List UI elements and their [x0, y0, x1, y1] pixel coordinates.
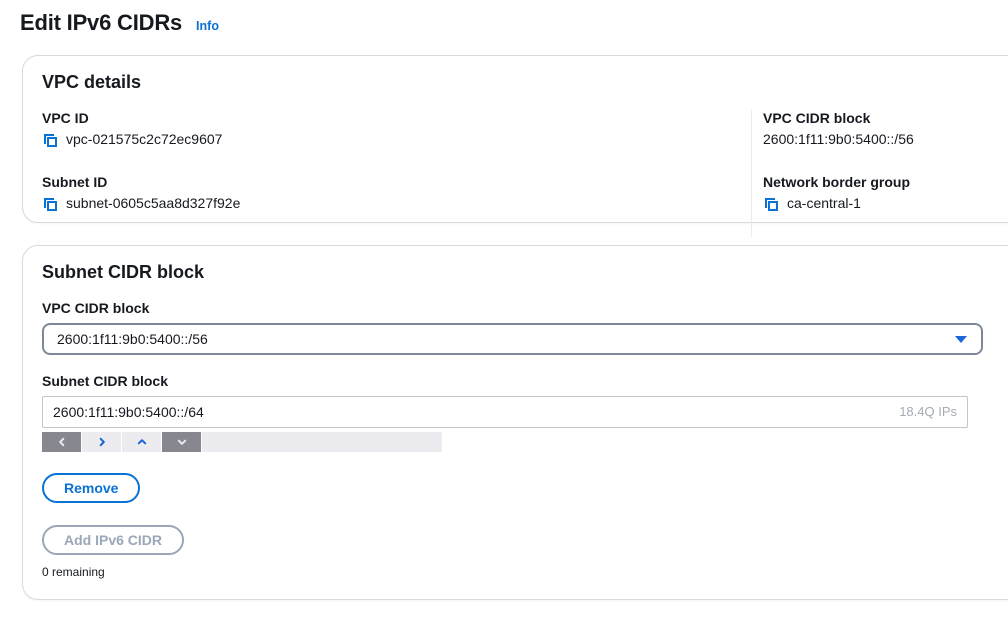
vpc-details-left-column: VPC ID vpc-021575c2c72ec9607 Subnet ID [42, 109, 751, 237]
cidr-stepper [42, 432, 442, 452]
copy-icon[interactable] [42, 132, 58, 148]
vpc-id-value: vpc-021575c2c72ec9607 [66, 130, 222, 149]
cidr-increase-button[interactable] [122, 432, 162, 452]
vpc-id-field: VPC ID vpc-021575c2c72ec9607 [42, 109, 751, 149]
remaining-count: 0 remaining [42, 564, 1008, 580]
subnet-id-label: Subnet ID [42, 173, 751, 191]
subnet-id-field: Subnet ID subnet-0605c5aa8d327f92e [42, 173, 751, 213]
subnet-cidr-heading: Subnet CIDR block [42, 261, 1008, 283]
remove-button[interactable]: Remove [42, 473, 140, 503]
vpc-cidr-value: 2600:1f11:9b0:5400::/56 [763, 130, 914, 149]
subnet-cidr-card: Subnet CIDR block VPC CIDR block 2600:1f… [22, 245, 1008, 600]
add-ipv6-cidr-button[interactable]: Add IPv6 CIDR [42, 525, 184, 555]
subnet-id-value-row: subnet-0605c5aa8d327f92e [42, 194, 751, 213]
subnet-id-value: subnet-0605c5aa8d327f92e [66, 194, 240, 213]
vpc-id-label: VPC ID [42, 109, 751, 127]
network-border-group-value-row: ca-central-1 [763, 194, 1008, 213]
vpc-cidr-select-value: 2600:1f11:9b0:5400::/56 [57, 331, 208, 347]
network-border-group-field: Network border group ca-central-1 [763, 173, 1008, 213]
network-border-group-label: Network border group [763, 173, 1008, 191]
vpc-details-columns: VPC ID vpc-021575c2c72ec9607 Subnet ID [42, 109, 1008, 237]
vpc-cidr-select-label: VPC CIDR block [42, 299, 1008, 317]
vpc-details-card: VPC details VPC ID vpc-021575c2c72ec9607… [22, 55, 1008, 223]
cidr-decrease-button[interactable] [162, 432, 202, 452]
vpc-cidr-field: VPC CIDR block 2600:1f11:9b0:5400::/56 [763, 109, 1008, 149]
cidr-shift-right-button[interactable] [82, 432, 122, 452]
chevron-right-icon [97, 437, 107, 447]
vpc-id-value-row: vpc-021575c2c72ec9607 [42, 130, 751, 149]
remove-row: Remove [42, 473, 1008, 503]
vpc-details-heading: VPC details [42, 71, 1008, 93]
chevron-up-icon [137, 437, 147, 447]
vpc-cidr-select[interactable]: 2600:1f11:9b0:5400::/56 [42, 323, 983, 355]
subnet-cidr-input-label: Subnet CIDR block [42, 372, 1008, 390]
vpc-cidr-value-row: 2600:1f11:9b0:5400::/56 [763, 130, 1008, 149]
chevron-left-icon [57, 437, 67, 447]
chevron-down-icon [177, 437, 187, 447]
page-header: Edit IPv6 CIDRs Info [20, 10, 219, 36]
vpc-details-right-column: VPC CIDR block 2600:1f11:9b0:5400::/56 N… [751, 109, 1008, 237]
subnet-cidr-input-wrap: 18.4Q IPs [42, 396, 968, 428]
vpc-cidr-label: VPC CIDR block [763, 109, 1008, 127]
network-border-group-value: ca-central-1 [787, 194, 861, 213]
page-title: Edit IPv6 CIDRs [20, 10, 182, 36]
copy-icon[interactable] [42, 196, 58, 212]
subnet-cidr-input[interactable] [42, 396, 968, 428]
cidr-shift-left-button[interactable] [42, 432, 82, 452]
copy-icon[interactable] [763, 196, 779, 212]
info-link[interactable]: Info [196, 19, 219, 33]
chevron-down-icon [955, 336, 967, 343]
